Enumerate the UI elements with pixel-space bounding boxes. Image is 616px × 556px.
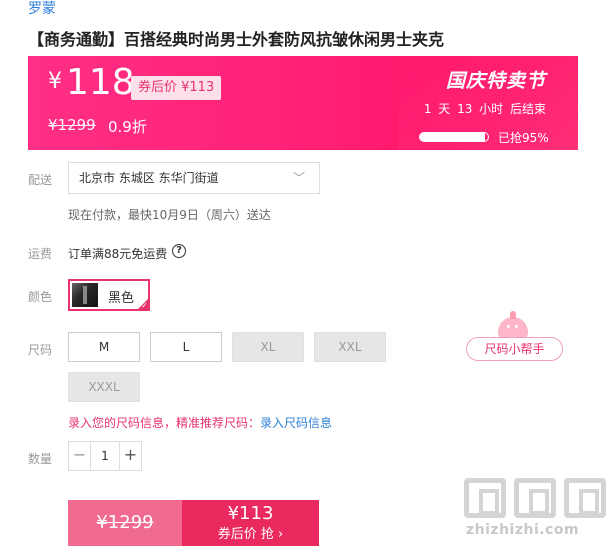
quantity-label: 数量 [28,452,53,466]
shipping-info: 订单满88元免运费 [68,247,168,261]
size-option-xxl: XXL [314,332,386,362]
coupon-price-tag: 券后价 ¥113 [131,76,222,100]
watermark-text: zhizhizhi.com [466,522,580,538]
address-select[interactable]: 北京市 东城区 东华门街道 ﹀ [68,162,320,194]
size-option-xl: XL [232,332,304,362]
decrement-button[interactable]: − [69,442,91,470]
buy-original-price-button[interactable]: ¥1299 [68,500,182,546]
promo-banner: ¥118 券后价 ¥113 ¥1299 0.9折 国庆特卖节 1 天 13 小时… [28,56,578,150]
check-icon: ✓ [141,301,148,310]
size-helper-button[interactable]: 尺码小帮手 [466,337,563,361]
buy-coupon-price: ¥113 [227,503,274,524]
jacket-thumbnail [72,283,98,307]
help-icon[interactable]: ? [172,244,186,258]
color-label: 颜色 [28,290,53,304]
mascot-icon [498,311,528,339]
delivery-label: 配送 [28,173,53,187]
countdown-timer: 1 天 13 小时 后结束 [423,102,546,116]
address-value: 北京市 东城区 东华门街道 [79,171,219,185]
discount-rate: 0.9折 [108,118,147,136]
watermark-glyph [514,478,556,518]
enter-size-link[interactable]: 录入尺码信息 [260,416,332,430]
quantity-stepper: − 1 + [68,441,142,471]
site-watermark: zhizhizhi.com [464,478,610,538]
increment-button[interactable]: + [119,442,141,470]
size-label: 尺码 [28,343,53,357]
size-option-xxxl: XXXL [68,372,140,402]
watermark-glyph [464,478,506,518]
shipping-label: 运费 [28,247,53,261]
current-price: ¥118 [48,62,135,103]
currency-symbol: ¥ [48,69,62,94]
size-option-m[interactable]: M [68,332,140,362]
brand-link[interactable]: 罗蒙 [28,0,56,18]
sold-progress-bar [419,132,489,142]
product-title: 【商务通勤】百搭经典时尚男士外套防风抗皱休闲男士夹克 [28,30,445,49]
delivery-estimate: 现在付款，最快10月9日（周六）送达 [68,208,271,222]
watermark-glyph [564,478,606,518]
size-note: 录入您的尺码信息，精准推荐尺码：录入尺码信息 [68,414,332,431]
buy-coupon-button[interactable]: ¥113 券后价 抢 › [182,500,319,546]
buy-coupon-action: 券后价 抢 › [217,527,284,542]
sold-percent-text: 已抢95% [498,131,549,145]
festival-title: 国庆特卖节 [445,70,546,92]
sold-progress-fill [420,133,485,141]
price-value: 118 [66,62,135,103]
color-name: 黑色 [108,291,135,306]
chevron-down-icon: ﹀ [292,171,305,185]
original-price: ¥1299 [48,116,96,134]
quantity-value[interactable]: 1 [91,442,119,470]
size-note-text: 录入您的尺码信息，精准推荐尺码： [68,416,261,430]
color-option-black[interactable]: 黑色 ✓ [68,279,150,311]
size-option-l[interactable]: L [150,332,222,362]
